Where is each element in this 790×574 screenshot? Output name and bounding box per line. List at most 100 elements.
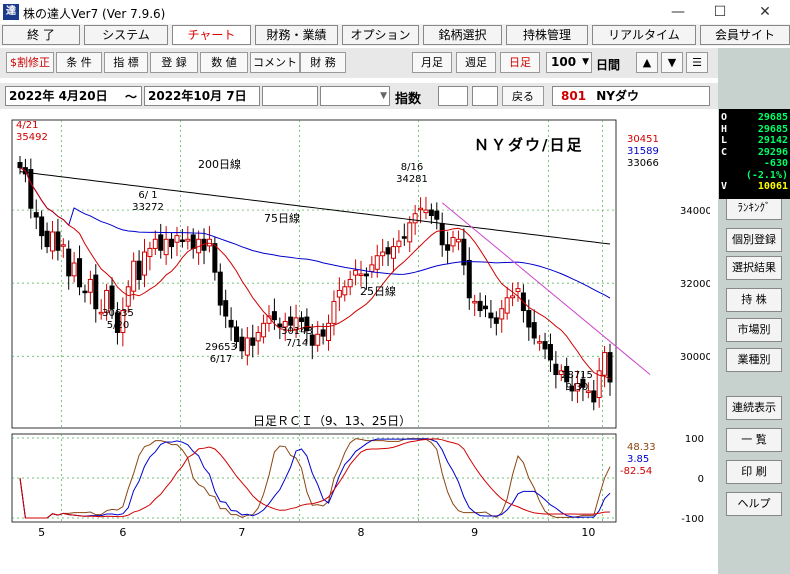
ohlc-value: -630 bbox=[763, 158, 788, 169]
count-select[interactable]: 100 ▼ bbox=[546, 52, 592, 73]
toolbar-button-1[interactable]: 条 件 bbox=[56, 52, 102, 73]
ma25-label: 25日線 bbox=[360, 284, 396, 298]
candle-body bbox=[158, 234, 164, 251]
price-panel-frame bbox=[11, 119, 617, 429]
menu-item-4[interactable]: オプション bbox=[342, 25, 419, 45]
end-date-field[interactable]: 2022年10月 7日 bbox=[144, 86, 260, 106]
candle-body bbox=[17, 162, 23, 169]
ohlc-value: 29685 bbox=[757, 123, 788, 135]
right-button-1[interactable]: ﾗﾝｷﾝｸﾞ bbox=[726, 196, 782, 220]
annotation-value: 34281 bbox=[396, 174, 428, 185]
stock-code-field[interactable]: 801 NYダウ bbox=[552, 86, 710, 106]
candle-body bbox=[347, 278, 353, 288]
candle-body bbox=[320, 329, 326, 337]
ohlc-row: V 10061 bbox=[721, 181, 788, 193]
chart-area[interactable]: 30000 32000 34000 5 6 7 8 9 10 200日線 75日線 25日線 ＮＹダウ/… bbox=[8, 116, 712, 539]
right-button-8[interactable]: 一 覧 bbox=[726, 428, 782, 452]
toolbar-button-0[interactable]: $割修正 bbox=[6, 52, 54, 73]
rci-tick-label: 0 bbox=[698, 474, 704, 485]
right-button-5[interactable]: 市場別 bbox=[726, 318, 782, 342]
menu-item-6[interactable]: 持株管理 bbox=[506, 25, 588, 45]
candle-body bbox=[163, 238, 169, 256]
candle-body bbox=[358, 273, 364, 276]
menu-lines-icon[interactable]: ☰ bbox=[686, 52, 708, 73]
candle-body bbox=[553, 363, 559, 375]
candle-body bbox=[472, 300, 478, 304]
candle-body bbox=[169, 238, 175, 248]
right-button-7[interactable]: 連続表示 bbox=[726, 396, 782, 420]
candle-body bbox=[217, 271, 223, 306]
right-button-9[interactable]: 印 刷 bbox=[726, 460, 782, 484]
maximize-icon[interactable]: ☐ bbox=[700, 2, 740, 22]
index-select[interactable]: ▼ bbox=[320, 86, 390, 106]
ohlc-value: 10061 bbox=[757, 181, 788, 192]
candle-body bbox=[136, 260, 142, 280]
candle-body bbox=[331, 300, 337, 324]
close-icon[interactable]: ✕ bbox=[745, 2, 785, 22]
candle-body bbox=[228, 319, 234, 328]
blank-field bbox=[262, 86, 318, 106]
x-tick-label: 7 bbox=[238, 526, 245, 537]
menu-item-3[interactable]: 財務・業績 bbox=[255, 25, 338, 45]
right-button-3[interactable]: 選択結果 bbox=[726, 256, 782, 280]
menu-item-5[interactable]: 銘柄選択 bbox=[423, 25, 502, 45]
candle-body bbox=[82, 290, 88, 294]
period-button-0[interactable]: 月足 bbox=[412, 52, 452, 73]
ohlc-row: L 29142 bbox=[721, 135, 788, 147]
x-tick-label: 10 bbox=[581, 526, 595, 537]
start-date-field[interactable]: 2022年 4月20日 bbox=[5, 86, 142, 106]
annotation-value: 33272 bbox=[132, 202, 164, 213]
arrow-down-icon[interactable]: ▼ bbox=[661, 52, 683, 73]
right-button-2[interactable]: 個別登録 bbox=[726, 228, 782, 252]
back-button[interactable]: 戻る bbox=[502, 86, 544, 106]
candle-body bbox=[93, 274, 99, 310]
candle-body bbox=[504, 297, 510, 314]
candle-body bbox=[439, 223, 445, 246]
minimize-icon[interactable]: — bbox=[658, 2, 698, 22]
right-button-4[interactable]: 持 株 bbox=[726, 288, 782, 312]
candle-body bbox=[239, 336, 245, 352]
menu-item-0[interactable]: 終 了 bbox=[2, 25, 80, 45]
toolbar-button-6[interactable]: 財 務 bbox=[300, 52, 346, 73]
menu-item-1[interactable]: システム bbox=[84, 25, 168, 45]
annotation-date: 6/17 bbox=[210, 354, 232, 365]
candle-body bbox=[109, 285, 115, 310]
candle-body bbox=[298, 317, 304, 323]
candle-body bbox=[542, 341, 548, 350]
menu-item-7[interactable]: リアルタイム bbox=[592, 25, 696, 45]
candle-body bbox=[255, 331, 261, 342]
count-unit-label: 日間 bbox=[596, 58, 621, 72]
right-button-10[interactable]: ヘルプ bbox=[726, 492, 782, 516]
arrow-up-icon[interactable]: ▲ bbox=[636, 52, 658, 73]
index-label: 指数 bbox=[395, 92, 422, 107]
candle-body bbox=[212, 243, 218, 273]
toolbar-button-2[interactable]: 指 標 bbox=[104, 52, 148, 73]
annotation-value: 30635 bbox=[102, 308, 134, 319]
candle-body bbox=[461, 238, 467, 266]
candle-body bbox=[434, 210, 440, 220]
candle-body bbox=[488, 312, 494, 319]
annotation-date: 4/21 bbox=[16, 120, 38, 131]
toolbar-button-5[interactable]: コメント bbox=[250, 52, 300, 73]
candle-body bbox=[353, 269, 359, 276]
toolbar-button-3[interactable]: 登 録 bbox=[150, 52, 198, 73]
candle-body bbox=[401, 236, 407, 239]
candle-body bbox=[477, 300, 483, 312]
ohlc-row: C 29296 bbox=[721, 147, 788, 159]
ohlc-value: 29296 bbox=[757, 146, 788, 158]
ohlc-row: H 29685 bbox=[721, 124, 788, 136]
price-chart: 30000 32000 34000 5 6 7 8 9 10 200日線 75日線 25日線 ＮＹダウ/… bbox=[11, 119, 712, 539]
menu-item-8[interactable]: 会員サイト bbox=[700, 25, 790, 45]
period-button-2[interactable]: 日足 bbox=[500, 52, 540, 73]
ma200-value: 33066 bbox=[627, 158, 659, 169]
candle-body bbox=[185, 238, 191, 242]
menu-item-2[interactable]: チャート bbox=[172, 25, 251, 45]
menu-bar: 終 了システム チャート 財務・業績 オプション 銘柄選択 持株管理 リアルタイム 会員サイト bbox=[0, 24, 790, 46]
period-button-1[interactable]: 週足 bbox=[456, 52, 496, 73]
ohlc-row: (-2.1%) bbox=[721, 170, 788, 182]
chevron-down-icon: ▼ bbox=[582, 57, 589, 67]
right-button-6[interactable]: 業種別 bbox=[726, 348, 782, 372]
candle-body bbox=[407, 222, 413, 243]
rci13-value: 3.85 bbox=[627, 454, 649, 465]
toolbar-button-4[interactable]: 数 値 bbox=[200, 52, 248, 73]
